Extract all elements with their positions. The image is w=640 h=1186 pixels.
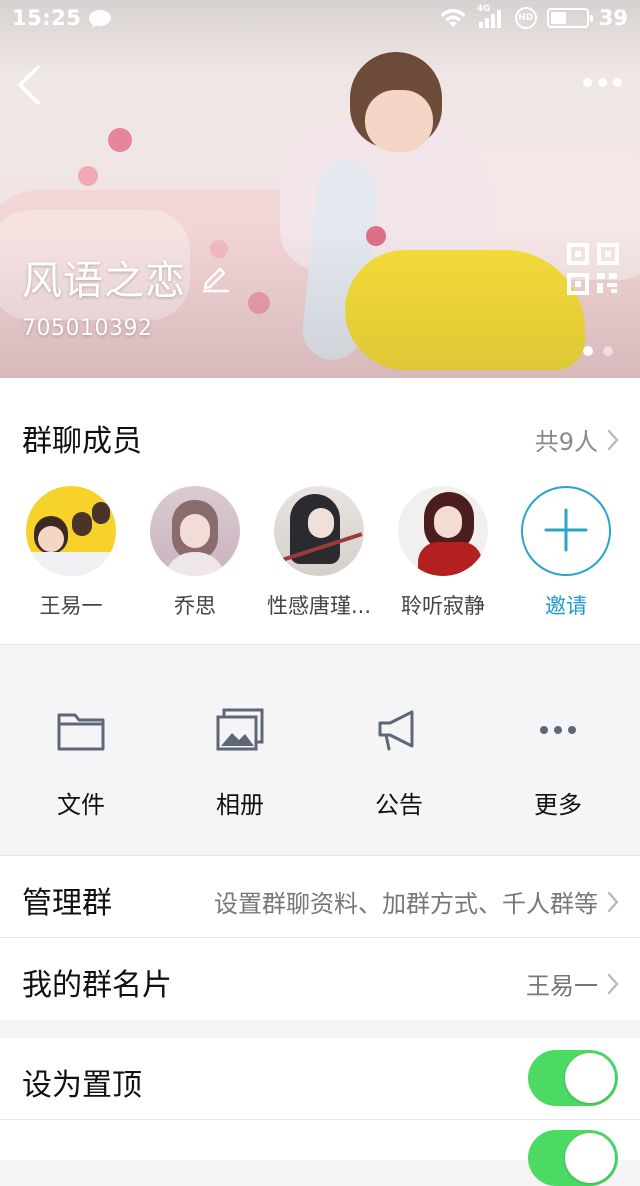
- invite-member-button[interactable]: 邀请: [506, 486, 626, 620]
- battery-level: [550, 12, 566, 24]
- member-item[interactable]: 乔思: [135, 486, 255, 620]
- add-member-icon: [521, 486, 611, 576]
- member-avatar: [398, 486, 488, 576]
- member-avatar: [26, 486, 116, 576]
- group-id: 705010392: [22, 316, 153, 341]
- pin-top-toggle[interactable]: [528, 1050, 618, 1106]
- my-group-card-value-wrap: 王易一: [526, 966, 620, 1001]
- group-name-row: 风语之恋: [22, 248, 232, 306]
- more-dots-icon: [540, 726, 576, 734]
- next-setting-row: [0, 1120, 640, 1186]
- member-name: 性感唐瑾...: [266, 594, 372, 618]
- manage-group-row[interactable]: 管理群 设置群聊资料、加群方式、千人群等: [0, 856, 640, 938]
- manage-group-value-wrap: 设置群聊资料、加群方式、千人群等: [214, 884, 620, 919]
- qr-code-icon[interactable]: [566, 242, 620, 296]
- message-notification-icon: [89, 10, 111, 28]
- status-right-group: 4G HD 39: [439, 4, 628, 30]
- action-files[interactable]: 文件: [21, 707, 141, 820]
- toggle-knob: [565, 1053, 615, 1103]
- manage-group-value: 设置群聊资料、加群方式、千人群等: [214, 890, 598, 918]
- folder-icon: [57, 713, 105, 751]
- toggle-knob: [565, 1133, 615, 1183]
- network-type-label: 4G: [476, 4, 491, 14]
- member-name: 王易一: [39, 594, 103, 618]
- announcement-icon: [378, 710, 414, 751]
- action-more[interactable]: 更多: [498, 707, 618, 820]
- status-time: 15:25: [12, 6, 82, 30]
- member-item[interactable]: 性感唐瑾...: [259, 486, 379, 620]
- action-label: 相册: [216, 791, 264, 819]
- member-name: 聆听寂静: [401, 594, 485, 618]
- action-label: 更多: [534, 791, 582, 819]
- action-announcement[interactable]: 公告: [339, 707, 459, 820]
- wifi-icon: [440, 9, 466, 27]
- pin-top-row: 设为置顶: [0, 1038, 640, 1120]
- section-gap: [0, 1020, 640, 1038]
- more-options-icon[interactable]: [580, 70, 624, 94]
- status-bar: 15:25 4G HD 39: [0, 0, 640, 40]
- edit-pencil-icon[interactable]: [200, 261, 232, 293]
- carousel-dot: [583, 346, 593, 356]
- chevron-right-icon: [607, 973, 619, 994]
- members-section: 群聊成员 共9人 王易一 乔思 性感唐瑾... 聆听寂静 邀请: [0, 378, 640, 644]
- battery-icon: [546, 8, 593, 28]
- pin-top-label: 设为置顶: [22, 1068, 142, 1103]
- photo-album-icon: [216, 708, 264, 751]
- action-label: 文件: [57, 791, 105, 819]
- manage-group-label: 管理群: [22, 886, 112, 921]
- chevron-right-icon: [607, 429, 619, 450]
- action-album[interactable]: 相册: [180, 707, 300, 820]
- battery-percent: 39: [598, 6, 628, 30]
- quick-actions: 文件 相册 公告 更多: [0, 644, 640, 856]
- members-count-link[interactable]: 共9人: [535, 422, 620, 457]
- member-item[interactable]: 聆听寂静: [383, 486, 503, 620]
- my-group-card-value: 王易一: [526, 972, 598, 1000]
- invite-label: 邀请: [545, 594, 587, 618]
- carousel-dot: [603, 346, 613, 356]
- carousel-indicator: [583, 346, 613, 356]
- action-label: 公告: [375, 791, 423, 819]
- next-setting-toggle[interactable]: [528, 1130, 618, 1186]
- group-cover-image[interactable]: 15:25 4G HD 39 风语之恋 705010392: [0, 0, 640, 378]
- member-avatar: [274, 486, 364, 576]
- my-group-card-row[interactable]: 我的群名片 王易一: [0, 938, 640, 1020]
- members-title: 群聊成员: [22, 424, 142, 459]
- member-avatar: [150, 486, 240, 576]
- chevron-right-icon: [607, 891, 619, 912]
- group-name: 风语之恋: [22, 258, 186, 304]
- members-count: 共9人: [534, 428, 598, 456]
- cellular-signal-icon: 4G: [476, 4, 505, 29]
- member-item[interactable]: 王易一: [11, 486, 131, 620]
- back-arrow-icon[interactable]: [12, 62, 48, 108]
- my-group-card-label: 我的群名片: [22, 968, 172, 1003]
- hd-voice-icon: HD: [514, 7, 537, 29]
- member-name: 乔思: [174, 594, 216, 618]
